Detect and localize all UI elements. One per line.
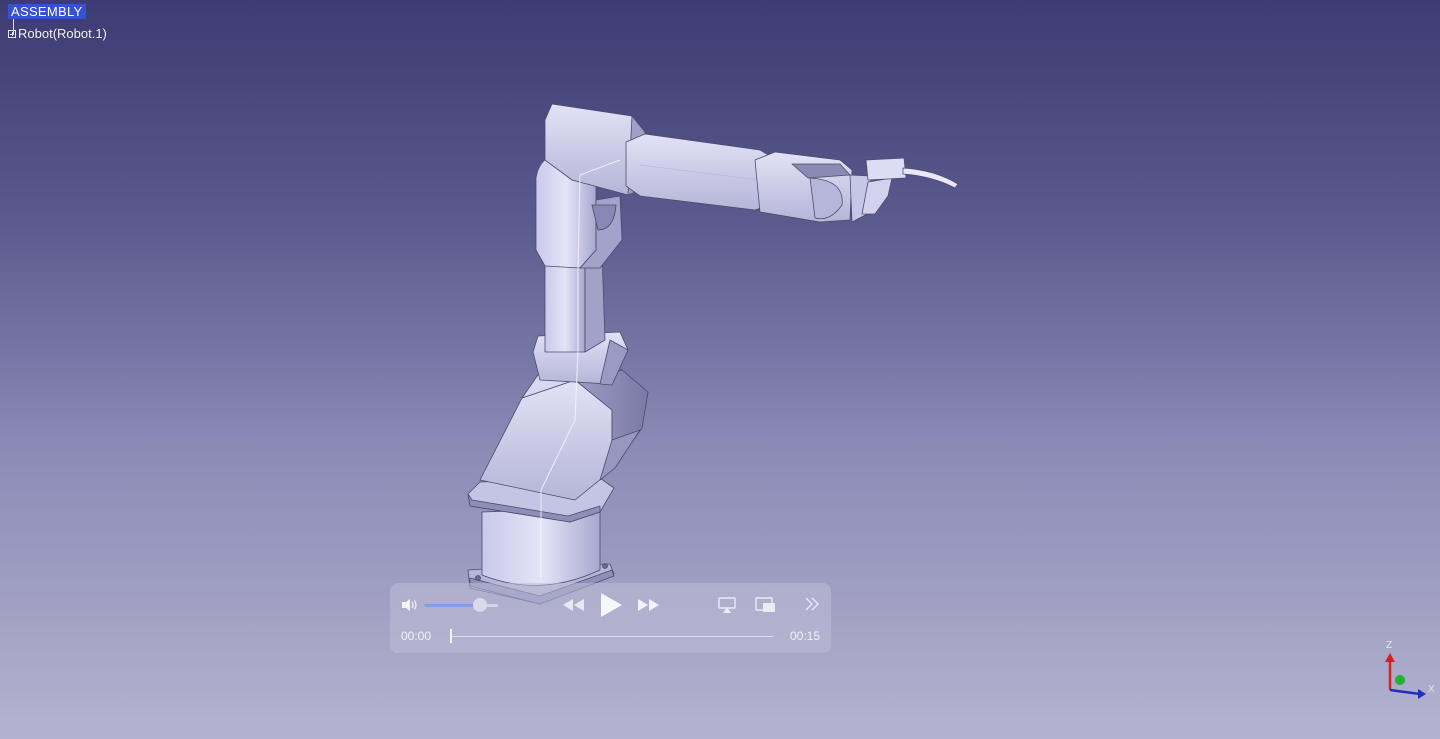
fast-forward-icon[interactable] xyxy=(636,598,660,617)
expand-plus-icon[interactable] xyxy=(8,29,16,38)
playback-progress-bar[interactable] xyxy=(451,636,773,637)
volume-slider-knob[interactable] xyxy=(472,598,487,612)
tree-node-robot[interactable]: Robot(Robot.1) xyxy=(8,26,107,41)
3d-viewport[interactable]: ASSEMBLY Robot(Robot.1) 00:00 00:15 Z X xyxy=(0,0,1440,739)
specification-tree: ASSEMBLY Robot(Robot.1) xyxy=(8,4,107,41)
robot-shoulder-housing xyxy=(479,361,649,501)
playback-progress-handle[interactable] xyxy=(450,629,452,643)
volume-icon[interactable] xyxy=(400,597,420,618)
chevron-double-right-icon[interactable] xyxy=(803,595,821,618)
picture-in-picture-icon[interactable] xyxy=(754,596,778,619)
axis-x-label: X xyxy=(1428,684,1435,695)
total-duration: 00:15 xyxy=(789,629,820,643)
video-player-controls: 00:00 00:15 xyxy=(390,583,831,653)
axis-x-line xyxy=(1389,688,1421,696)
tree-root-assembly[interactable]: ASSEMBLY xyxy=(8,4,86,19)
robot-forearm xyxy=(625,133,771,211)
play-icon[interactable] xyxy=(598,591,624,624)
axis-y-marker xyxy=(1395,675,1405,685)
axis-triad[interactable]: Z X xyxy=(1378,638,1438,700)
rewind-icon[interactable] xyxy=(562,598,586,617)
volume-slider[interactable] xyxy=(424,598,498,612)
robot-upper-arm xyxy=(544,253,606,353)
axis-x-arrow xyxy=(1418,689,1426,699)
volume-slider-fill xyxy=(424,604,480,607)
tree-node-label[interactable]: Robot(Robot.1) xyxy=(18,26,107,41)
airplay-icon[interactable] xyxy=(717,596,737,619)
axis-z-arrow xyxy=(1385,653,1395,662)
current-time: 00:00 xyxy=(401,629,432,643)
axis-z-label: Z xyxy=(1386,640,1392,651)
